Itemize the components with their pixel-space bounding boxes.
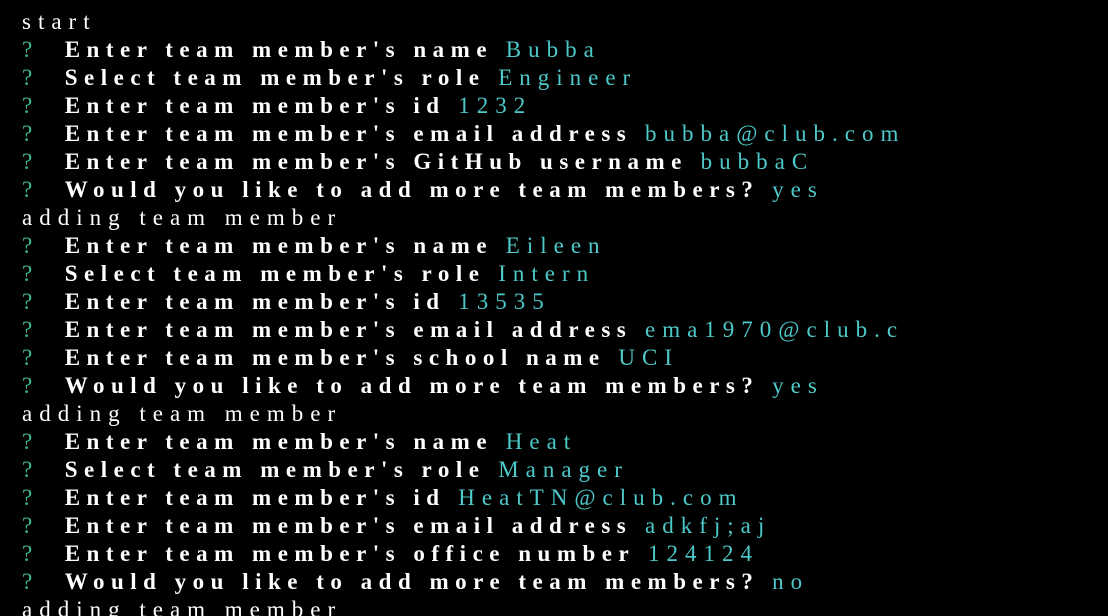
prompt-text: Enter team member's email address	[64, 317, 633, 342]
prompt-text: Enter team member's email address	[64, 513, 633, 538]
question-mark-icon: ?	[22, 65, 40, 90]
terminal-line: ? Enter team member's id 13535	[22, 288, 551, 316]
question-mark-icon: ?	[22, 457, 40, 482]
terminal-line: adding team member	[22, 400, 342, 428]
terminal-window: start ? Enter team member's name Bubba ?…	[0, 0, 1108, 616]
terminal-line: ? Would you like to add more team member…	[22, 176, 824, 204]
prompt-text: Select team member's role	[64, 261, 486, 286]
answer-text: no	[772, 569, 810, 594]
status-text: start	[22, 9, 97, 34]
answer-text: yes	[772, 177, 824, 202]
answer-text: yes	[772, 373, 824, 398]
prompt-text: Enter team member's id	[64, 93, 446, 118]
prompt-text: Enter team member's name	[64, 233, 494, 258]
terminal-line: adding team member	[22, 596, 342, 616]
answer-text: ema1970@club.c	[645, 317, 905, 342]
answer-text: HeatTN@club.com	[458, 485, 744, 510]
answer-text: Heat	[505, 429, 578, 454]
answer-text: Engineer	[498, 65, 638, 90]
question-mark-icon: ?	[22, 513, 40, 538]
question-mark-icon: ?	[22, 149, 40, 174]
question-mark-icon: ?	[22, 485, 40, 510]
terminal-line: ? Would you like to add more team member…	[22, 568, 809, 596]
prompt-text: Select team member's role	[64, 65, 486, 90]
prompt-text: Enter team member's GitHub username	[64, 149, 688, 174]
prompt-text: Enter team member's school name	[64, 345, 606, 370]
answer-text: bubba@club.com	[645, 121, 906, 146]
answer-text: Manager	[498, 457, 629, 482]
question-mark-icon: ?	[22, 233, 40, 258]
prompt-text: Enter team member's office number	[64, 541, 636, 566]
answer-text: bubbaC	[700, 149, 815, 174]
terminal-line: ? Enter team member's school name UCI	[22, 344, 679, 372]
terminal-line: ? Enter team member's name Bubba	[22, 36, 601, 64]
prompt-text: Enter team member's id	[64, 485, 446, 510]
question-mark-icon: ?	[22, 317, 40, 342]
question-mark-icon: ?	[22, 373, 40, 398]
status-text: adding team member	[22, 597, 343, 616]
answer-text: 13535	[458, 289, 551, 314]
question-mark-icon: ?	[22, 569, 40, 594]
terminal-line: adding team member	[22, 204, 342, 232]
terminal-line: ? Enter team member's id 1232	[22, 92, 532, 120]
status-text: adding team member	[22, 401, 343, 426]
terminal-line: ? Enter team member's email address bubb…	[22, 120, 905, 148]
prompt-text: Select team member's role	[64, 457, 486, 482]
answer-text: 124124	[647, 541, 759, 566]
terminal-line: ? Select team member's role Manager	[22, 456, 629, 484]
answer-text: Bubba	[505, 37, 601, 62]
question-mark-icon: ?	[22, 121, 40, 146]
terminal-line: ? Enter team member's id HeatTN@club.com	[22, 484, 744, 512]
answer-text: 1232	[458, 93, 533, 118]
answer-text: adkfj;aj	[645, 513, 772, 538]
question-mark-icon: ?	[22, 93, 40, 118]
question-mark-icon: ?	[22, 345, 40, 370]
terminal-line: ? Enter team member's office number 1241…	[22, 540, 759, 568]
prompt-text: Would you like to add more team members?	[64, 177, 760, 202]
prompt-text: Enter team member's name	[64, 37, 494, 62]
terminal-line: ? Enter team member's GitHub username bu…	[22, 148, 814, 176]
terminal-line: ? Select team member's role Intern	[22, 260, 595, 288]
answer-text: Intern	[498, 261, 596, 286]
answer-text: UCI	[618, 345, 679, 370]
terminal-line: ? Enter team member's name Eileen	[22, 232, 607, 260]
answer-text: Eileen	[505, 233, 607, 258]
terminal-line: ? Enter team member's email address ema1…	[22, 316, 904, 344]
terminal-line: ? Select team member's role Engineer	[22, 64, 637, 92]
prompt-text: Enter team member's name	[64, 429, 494, 454]
prompt-text: Enter team member's id	[64, 289, 446, 314]
terminal-line: ? Enter team member's email address adkf…	[22, 512, 771, 540]
prompt-text: Enter team member's email address	[64, 121, 633, 146]
status-text: adding team member	[22, 205, 343, 230]
terminal-line: start	[22, 8, 97, 36]
question-mark-icon: ?	[22, 429, 40, 454]
question-mark-icon: ?	[22, 177, 40, 202]
question-mark-icon: ?	[22, 289, 40, 314]
question-mark-icon: ?	[22, 541, 40, 566]
terminal-line: ? Enter team member's name Heat	[22, 428, 577, 456]
prompt-text: Would you like to add more team members?	[64, 569, 760, 594]
prompt-text: Would you like to add more team members?	[64, 373, 760, 398]
question-mark-icon: ?	[22, 261, 40, 286]
question-mark-icon: ?	[22, 37, 40, 62]
terminal-line: ? Would you like to add more team member…	[22, 372, 824, 400]
